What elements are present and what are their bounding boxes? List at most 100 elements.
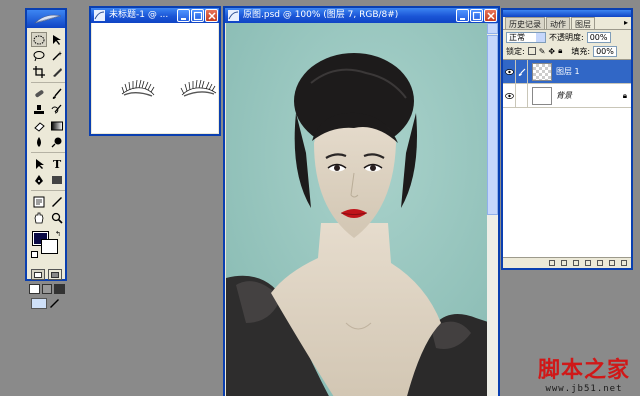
lasso-tool-icon[interactable] [31,48,47,63]
quick-mask-mode-icon[interactable] [48,269,62,280]
notes-tool-icon[interactable] [31,194,47,209]
palette-tabs: 历史记录 动作 图层 ▸ [503,17,631,30]
move-tool-icon[interactable] [49,32,65,47]
full-screen-mode-icon[interactable] [54,284,66,294]
layer-style-icon[interactable] [561,260,567,266]
color-swatches: ↰ [31,230,65,263]
shape-tool-icon[interactable] [49,172,65,187]
marquee-tool-icon[interactable] [31,32,47,47]
palette-menu-arrow-icon[interactable]: ▸ [624,17,628,29]
eraser-tool-icon[interactable] [31,118,47,133]
eyedropper-small-icon[interactable] [50,298,60,309]
fill-field[interactable]: 00% [593,45,618,57]
document-canvas-eyelashes[interactable] [92,23,218,133]
layers-palette: 历史记录 动作 图层 ▸ 正常 不透明度: 00% 锁定: ✎ ✥ 🔒︎ 填充:… [501,8,633,270]
toolbox-panel: T ↰ [25,8,67,309]
tab-layers[interactable]: 图层 [571,17,595,29]
lock-pixels-icon[interactable]: ✎ [539,47,546,56]
document-title-bar[interactable]: 原图.psd @ 100% (图层 7, RGB/8#) [225,8,498,23]
imageready-row [31,298,65,309]
layer-thumbnail [532,86,552,105]
eye-icon[interactable] [503,59,516,84]
layer-list: 图层 1 背景 🔒︎ [503,59,631,259]
layer-thumbnail [532,62,552,81]
layer-name: 图层 1 [556,67,580,76]
watermark-url: www.jb51.net [545,384,623,394]
mask-mode-row [31,269,65,280]
adjustment-layer-icon[interactable] [585,260,591,266]
opacity-value: 00% [589,32,608,42]
scroll-thumb[interactable] [487,35,498,215]
lock-transparency-icon[interactable] [527,47,536,55]
background-color-swatch[interactable] [41,239,58,254]
trash-icon[interactable] [621,260,627,266]
minimize-icon[interactable] [456,9,469,22]
opacity-field[interactable]: 00% [586,31,611,43]
standard-mode-icon[interactable] [31,269,45,280]
document-window-untitled[interactable]: 未标题-1 @ ... [89,6,221,136]
full-screen-menu-mode-icon[interactable] [41,284,53,294]
lock-position-icon[interactable]: ✥ [548,47,555,56]
document-title: 原图.psd @ 100% (图层 7, RGB/8#) [243,10,399,20]
gradient-tool-icon[interactable] [49,118,65,133]
swap-colors-icon[interactable]: ↰ [55,230,61,238]
palette-title-bar[interactable] [503,10,631,17]
link-layers-icon[interactable] [549,260,555,266]
maximize-icon[interactable] [191,9,204,22]
toolbox-header[interactable] [27,10,65,28]
slice-tool-icon[interactable] [49,64,65,79]
svg-text:T: T [53,158,62,170]
scroll-up-arrow-icon[interactable] [487,23,498,34]
crop-tool-icon[interactable] [31,64,47,79]
watermark: 脚本之家 www.jb51.net [538,352,630,394]
close-icon[interactable] [484,9,497,22]
lock-row: 锁定: ✎ ✥ 🔒︎ 填充: 00% [503,44,631,58]
tab-history[interactable]: 历史记录 [505,17,545,29]
standard-screen-mode-icon[interactable] [29,284,40,294]
eyelash-brush-artwork [121,79,217,97]
link-slot [516,83,528,108]
chevron-down-icon [536,32,545,42]
layer-mask-icon[interactable] [573,260,579,266]
layer-row-layer1[interactable]: 图层 1 [503,59,631,84]
pen-tool-icon[interactable] [31,172,47,187]
close-icon[interactable] [205,9,218,22]
default-colors-icon[interactable] [31,251,38,258]
photoshop-feather-icon [34,14,62,24]
photoshop-doc-icon [94,10,105,21]
layers-bottom-toolbar [503,257,631,268]
vertical-scrollbar[interactable] [487,23,498,396]
layer-row-background[interactable]: 背景 🔒︎ [503,83,631,108]
type-tool-icon[interactable]: T [49,156,65,171]
eye-icon[interactable] [503,83,516,108]
minimize-icon[interactable] [177,9,190,22]
hand-tool-icon[interactable] [31,210,47,225]
jump-to-imageready-icon[interactable] [31,298,47,309]
dodge-tool-icon[interactable] [49,134,65,149]
tab-actions[interactable]: 动作 [546,17,570,29]
blend-row: 正常 不透明度: 00% [503,30,631,44]
fill-label: 填充: [571,46,591,56]
blend-mode-select[interactable]: 正常 [506,31,546,43]
document-title-bar[interactable]: 未标题-1 @ ... [91,8,219,23]
document-window-main[interactable]: 原图.psd @ 100% (图层 7, RGB/8#) [223,6,500,396]
screen-mode-row [29,284,66,294]
history-brush-tool-icon[interactable] [49,102,65,117]
maximize-icon[interactable] [470,9,483,22]
portrait-photo [226,23,487,396]
clone-stamp-tool-icon[interactable] [31,102,47,117]
path-selection-tool-icon[interactable] [31,156,47,171]
brush-icon [516,59,528,84]
new-layer-icon[interactable] [609,260,615,266]
blur-tool-icon[interactable] [31,134,47,149]
document-title: 未标题-1 @ ... [109,10,169,20]
new-group-icon[interactable] [597,260,603,266]
document-canvas-portrait[interactable] [226,23,487,396]
magic-wand-tool-icon[interactable] [49,48,65,63]
blend-mode-value: 正常 [509,32,525,42]
eyedropper-tool-icon[interactable] [49,194,65,209]
brush-tool-icon[interactable] [49,86,65,101]
lock-all-icon[interactable]: 🔒︎ [558,46,562,56]
zoom-tool-icon[interactable] [49,210,65,225]
healing-brush-tool-icon[interactable] [31,86,47,101]
